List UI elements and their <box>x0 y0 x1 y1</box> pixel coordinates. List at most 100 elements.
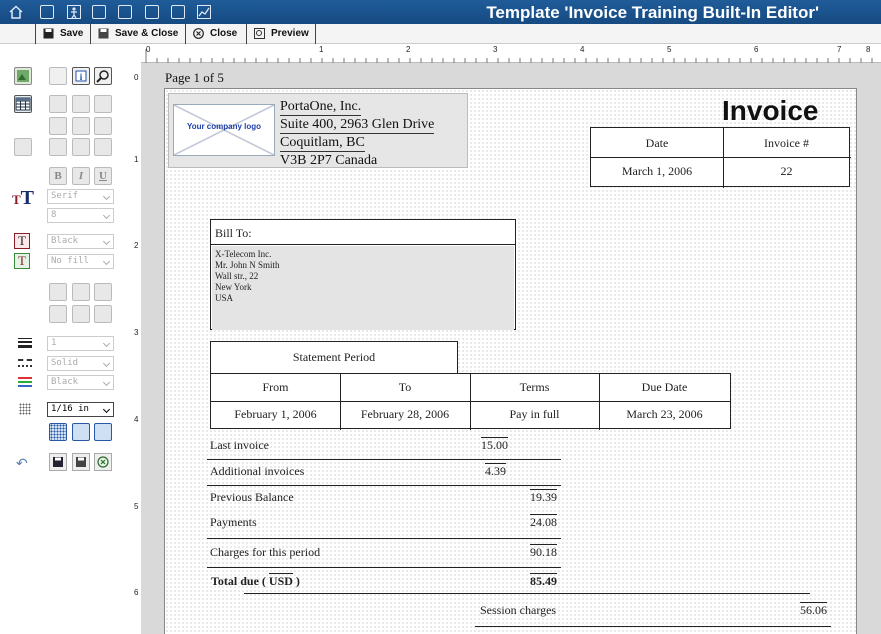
ruler-top-label-3: 3 <box>493 45 498 54</box>
border-right-icon[interactable] <box>94 283 112 301</box>
ruler-top-label-0: 0 <box>146 45 151 54</box>
statement-period-header[interactable]: Statement Period <box>210 341 458 374</box>
session-charges-label: Session charges <box>480 603 557 617</box>
search-icon[interactable] <box>171 5 185 19</box>
insert-image-icon[interactable] <box>14 67 32 85</box>
italic-button[interactable]: I <box>72 167 90 185</box>
border-none-icon[interactable] <box>94 305 112 323</box>
table-icon[interactable] <box>14 95 32 113</box>
bill-to-line: X-Telecom Inc. <box>215 249 272 259</box>
grid-size-select[interactable]: 1/16 in <box>47 402 114 417</box>
chart-icon[interactable] <box>197 5 211 19</box>
sitemap-icon[interactable] <box>145 5 159 19</box>
summary-divider <box>207 538 561 539</box>
bill-to-address[interactable]: X-Telecom Inc. Mr. John N Smith Wall str… <box>212 246 514 330</box>
align-middle-right-icon[interactable] <box>94 117 112 135</box>
logo-text: Your company logo <box>186 122 262 131</box>
preview-button[interactable]: Preview <box>247 24 316 44</box>
floppy-icon <box>43 28 54 39</box>
snap-to-grid-toggle[interactable] <box>72 423 90 441</box>
save-and-close-icon[interactable] <box>72 453 90 471</box>
bill-to-box[interactable]: Bill To: X-Telecom Inc. Mr. John N Smith… <box>210 219 516 330</box>
company-address-line2: Coquitlam, BC <box>280 135 365 152</box>
align-middle-left-icon[interactable] <box>49 117 67 135</box>
summary-value-last-invoice: 15.00 <box>481 437 508 452</box>
from-value: February 1, 2006 <box>234 407 317 421</box>
align-middle-center-icon[interactable] <box>72 117 90 135</box>
summary-label-additional-invoices: Additional invoices <box>210 464 305 478</box>
close-button[interactable]: Close <box>186 24 247 44</box>
font-family-select[interactable]: Serif <box>47 189 114 204</box>
close-label: Close <box>210 28 238 39</box>
total-due-text: Total due ( <box>211 574 266 588</box>
invoice-meta-table[interactable]: Date Invoice # March 1, 2006 22 <box>590 127 851 188</box>
company-address-line1: Suite 400, 2963 Glen Drive <box>280 117 435 134</box>
align-bottom-center-icon[interactable] <box>72 138 90 156</box>
save-icon[interactable] <box>49 453 67 471</box>
vertical-ruler: 0 1 2 3 4 5 6 <box>130 63 141 634</box>
line-width-select[interactable]: 1 <box>47 336 114 351</box>
bill-to-line: Wall str., 22 <box>215 271 259 281</box>
text-color-icon[interactable]: T <box>14 233 30 249</box>
align-bottom-right-icon[interactable] <box>94 138 112 156</box>
fill-color-icon[interactable]: T <box>14 253 30 269</box>
home-icon[interactable] <box>9 5 23 19</box>
info-icon[interactable]: i <box>72 67 90 85</box>
save-and-close-button[interactable]: Save & Close <box>91 24 186 44</box>
zoom-icon[interactable] <box>94 67 112 85</box>
ruler-left-label-2: 2 <box>134 241 139 250</box>
border-all-icon[interactable] <box>49 283 67 301</box>
statement-period-label: Statement Period <box>292 350 376 364</box>
due-date-header: Due Date <box>641 380 688 394</box>
line-color-select[interactable]: Black <box>47 375 114 390</box>
dashboard-icon[interactable] <box>40 5 54 19</box>
save-button[interactable]: Save <box>35 24 91 44</box>
font-size-select[interactable]: 8 <box>47 208 114 223</box>
preview-icon <box>254 28 265 39</box>
border-inner-icon[interactable] <box>72 283 90 301</box>
ruler-top-label-2: 2 <box>406 45 411 54</box>
save-label: Save <box>60 28 84 39</box>
ruler-left-label-4: 4 <box>134 415 139 424</box>
border-left-icon[interactable] <box>72 305 90 323</box>
underline-button[interactable]: U <box>94 167 112 185</box>
company-block[interactable]: Your company logo PortaOne, Inc. Suite 4… <box>168 93 468 168</box>
resize-icon[interactable] <box>49 67 67 85</box>
save-and-close-label: Save & Close <box>115 28 179 39</box>
grid-icon[interactable] <box>92 5 106 19</box>
user-icon[interactable] <box>67 5 81 19</box>
top-navigation-bar: Template 'Invoice Training Built-In Edit… <box>0 0 881 24</box>
text-field-icon[interactable] <box>14 138 32 156</box>
text-color-select[interactable]: Black <box>47 234 114 249</box>
line-style-select[interactable]: Solid <box>47 356 114 371</box>
company-name: PortaOne, Inc. <box>280 99 362 116</box>
align-top-right-icon[interactable] <box>94 95 112 113</box>
summary-label-last-invoice: Last invoice <box>210 438 269 452</box>
ruler-left-label-3: 3 <box>134 328 139 337</box>
ruler-left-label-6: 6 <box>134 588 139 597</box>
page-title: Template 'Invoice Training Built-In Edit… <box>486 3 819 22</box>
align-top-left-icon[interactable] <box>49 95 67 113</box>
align-bottom-left-icon[interactable] <box>49 138 67 156</box>
line-style-icon <box>18 359 32 367</box>
design-canvas[interactable]: Page 1 of 5 Your company logo PortaOne, … <box>141 63 881 634</box>
company-logo-placeholder[interactable]: Your company logo <box>173 104 275 156</box>
align-top-center-icon[interactable] <box>72 95 90 113</box>
bold-button[interactable]: B <box>49 167 67 185</box>
invoice-title: Invoice <box>722 95 819 126</box>
statement-period-table[interactable]: From To Terms Due Date February 1, 2006 … <box>210 373 731 430</box>
close-icon[interactable] <box>94 453 112 471</box>
summary-label-payments: Payments <box>210 515 257 529</box>
bill-to-line: Mr. John N Smith <box>215 260 280 270</box>
grid-icon <box>19 403 31 415</box>
border-outer-icon[interactable] <box>49 305 67 323</box>
total-divider <box>244 593 810 594</box>
export-icon[interactable] <box>118 5 132 19</box>
invoice-page[interactable]: Your company logo PortaOne, Inc. Suite 4… <box>164 88 857 634</box>
undo-icon[interactable]: ↶ <box>16 455 32 471</box>
show-grid-toggle[interactable] <box>49 423 67 441</box>
session-charges-value: 56.06 <box>800 602 827 617</box>
fill-color-select[interactable]: No fill <box>47 254 114 269</box>
summary-value-additional-invoices: 4.39 <box>485 463 506 478</box>
show-borders-toggle[interactable] <box>94 423 112 441</box>
